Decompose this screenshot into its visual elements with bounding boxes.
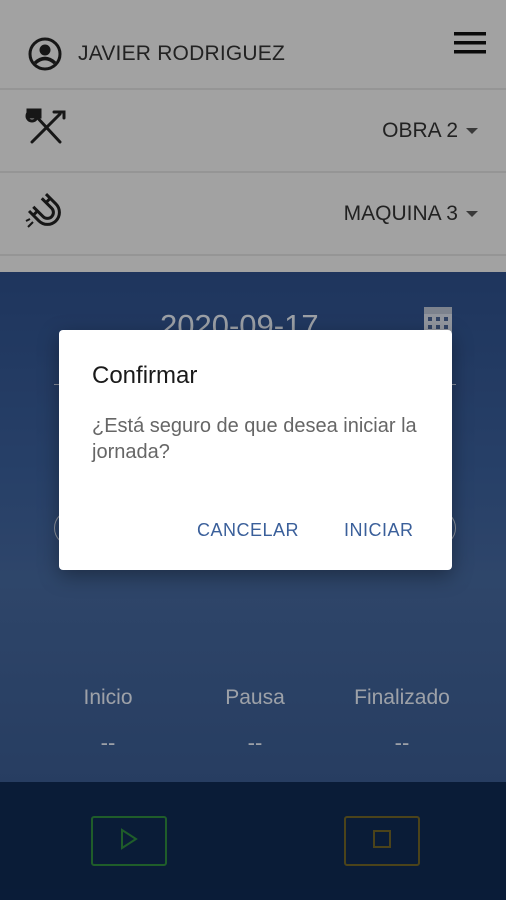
confirm-dialog: Confirmar ¿Está seguro de que desea inic…: [59, 330, 452, 570]
start-workday-button[interactable]: INICIAR: [344, 520, 414, 541]
cancel-button[interactable]: CANCELAR: [197, 520, 299, 541]
dialog-title: Confirmar: [92, 362, 198, 389]
dialog-message: ¿Está seguro de que desea iniciar la jor…: [92, 415, 417, 463]
app-screen: JAVIER RODRIGUEZ OBRA 2 MAQUINA 3 2020-0…: [0, 0, 506, 900]
